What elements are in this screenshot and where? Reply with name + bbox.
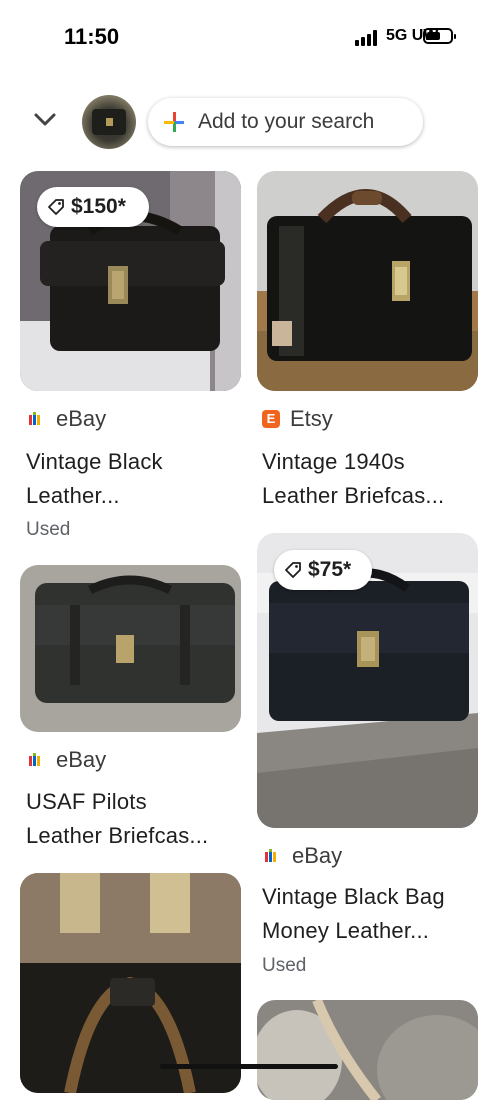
title-line: Vintage 1940s [262, 449, 405, 474]
source-label: Etsy [290, 406, 333, 431]
search-image-thumbnail[interactable] [82, 95, 136, 149]
briefcase-photo [257, 1000, 478, 1100]
condition-label: Used [26, 519, 71, 540]
status-bar: 11:50 5G UW [0, 0, 498, 70]
add-to-search-button[interactable]: Add to your search [148, 98, 423, 146]
price-label: $75* [308, 558, 352, 581]
title-line: Leather... [26, 483, 120, 508]
result-source: eBay [28, 406, 106, 432]
source-label: eBay [292, 843, 343, 868]
result-image[interactable] [20, 565, 241, 732]
ebay-favicon-icon [29, 753, 40, 766]
briefcase-photo [257, 171, 478, 391]
source-label: eBay [56, 747, 107, 772]
briefcase-photo [20, 565, 241, 732]
plus-icon [164, 112, 184, 132]
title-line: Money Leather... [262, 918, 430, 943]
title-line: USAF Pilots [26, 789, 147, 814]
condition-label: Used [262, 955, 307, 976]
result-image[interactable] [257, 171, 478, 391]
result-title[interactable]: Vintage Black Leather... [26, 445, 246, 513]
ebay-favicon-icon [29, 412, 40, 425]
price-badge: $75* [274, 550, 372, 590]
title-line: Leather Briefcas... [262, 483, 445, 508]
ebay-favicon-icon [265, 849, 276, 862]
price-tag-icon [285, 562, 301, 578]
status-time: 11:50 [64, 24, 120, 49]
price-label: $150* [71, 195, 126, 218]
home-indicator[interactable] [160, 1064, 338, 1069]
result-source: E Etsy [262, 406, 333, 432]
result-source: eBay [264, 843, 342, 869]
cellular-signal-icon [355, 30, 379, 46]
search-refine-row: Add to your search [0, 92, 498, 154]
result-source: eBay [28, 747, 106, 773]
result-title[interactable]: Vintage 1940s Leather Briefcas... [262, 445, 482, 513]
result-image[interactable] [20, 873, 241, 1093]
title-line: Vintage Black Bag [262, 884, 445, 909]
title-line: Vintage Black [26, 449, 163, 474]
result-title[interactable]: Vintage Black Bag Money Leather... [262, 880, 487, 948]
source-label: eBay [56, 406, 107, 431]
result-image[interactable] [257, 1000, 478, 1100]
chevron-down-icon[interactable] [32, 106, 58, 132]
briefcase-photo [20, 873, 241, 1093]
title-line: Leather Briefcas... [26, 823, 209, 848]
price-tag-icon [48, 199, 64, 215]
result-title[interactable]: USAF Pilots Leather Briefcas... [26, 785, 246, 853]
add-to-search-label: Add to your search [198, 110, 375, 133]
battery-icon [423, 28, 456, 44]
etsy-favicon-icon: E [262, 410, 280, 428]
price-badge: $150* [37, 187, 149, 227]
